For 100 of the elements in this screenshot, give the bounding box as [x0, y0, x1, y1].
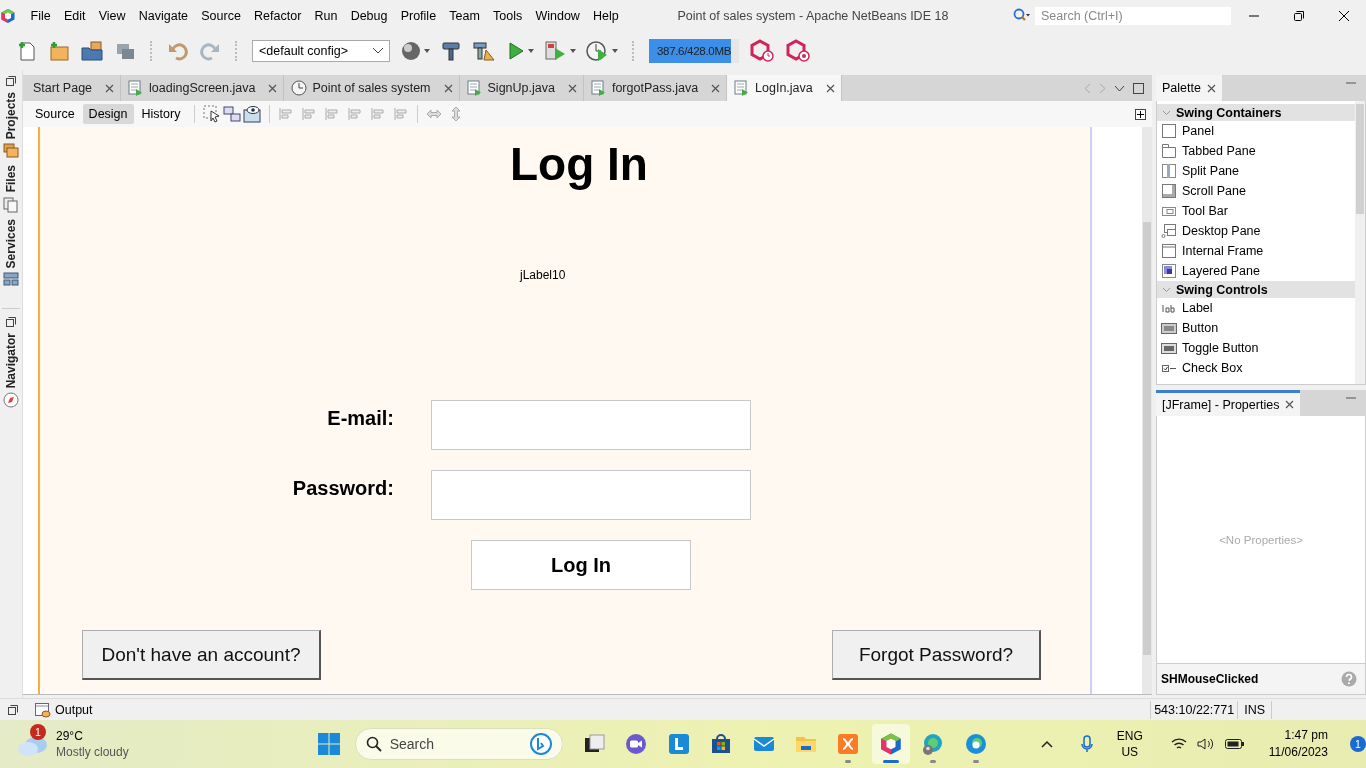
memory-meter[interactable]: 387.6/428.0MB [649, 39, 739, 63]
wifi-icon[interactable] [1170, 737, 1187, 751]
menu-item[interactable]: Navigate [132, 6, 195, 26]
globe-icon[interactable] [400, 40, 422, 62]
notification-badge: 1 [30, 724, 46, 740]
bing-icon [530, 733, 552, 755]
search-field[interactable]: Search (Ctrl+I) [1035, 7, 1231, 25]
palette-item[interactable]: Toggle Button [1157, 338, 1355, 358]
palette-section[interactable]: Swing Containers [1157, 104, 1355, 121]
xampp-icon [836, 732, 861, 756]
volume-icon[interactable] [1196, 737, 1215, 751]
launcher-icon [666, 732, 691, 756]
menu-item[interactable]: Team [442, 6, 487, 26]
start-icon[interactable] [316, 732, 341, 756]
side-tab[interactable]: Services [3, 218, 19, 289]
input-field[interactable] [431, 470, 751, 520]
chevron-down-icon[interactable] [1114, 84, 1125, 92]
restore-icon[interactable] [6, 317, 16, 328]
expand-icon[interactable] [1135, 108, 1146, 120]
taskbar-search[interactable]: Search [354, 728, 563, 760]
palette-item[interactable]: Button [1157, 318, 1355, 338]
menu-item[interactable]: Edit [57, 6, 93, 26]
restore-icon[interactable] [6, 76, 16, 86]
microphone-icon[interactable] [1080, 735, 1093, 753]
view-tab[interactable]: History [135, 104, 187, 124]
forgot-password-button[interactable]: Forgot Password? [832, 630, 1041, 680]
scrollbar-thumb[interactable] [1143, 222, 1151, 655]
input-language[interactable]: ENG US [1116, 728, 1143, 760]
menu-item[interactable]: Profile [394, 6, 443, 26]
selection-mode-icon[interactable] [203, 105, 222, 123]
hammer-icon[interactable] [440, 40, 462, 62]
weather-description: Mostly cloudy [56, 744, 129, 760]
menu-item[interactable]: View [92, 6, 133, 26]
close-icon[interactable] [825, 83, 835, 93]
palette-item[interactable]: Tabbed Pane [1157, 141, 1355, 161]
close-icon[interactable] [443, 83, 453, 93]
folder-icon[interactable] [80, 40, 104, 62]
menu-item[interactable]: Help [586, 6, 626, 26]
view-tab[interactable]: Source [29, 104, 81, 124]
chevron-up-icon[interactable] [1040, 740, 1053, 748]
menu-item[interactable]: Window [528, 6, 587, 26]
palette-tab[interactable]: Palette [1156, 75, 1222, 101]
empty-message: <No Properties> [1219, 533, 1303, 546]
palette-item[interactable]: Scroll Pane [1157, 181, 1355, 201]
close-icon[interactable] [1206, 83, 1216, 93]
side-tab[interactable]: Navigator [3, 333, 19, 409]
menu-item[interactable]: Run [307, 6, 345, 26]
scrollbar-thumb[interactable] [1356, 104, 1364, 214]
palette-item[interactable]: Split Pane [1157, 161, 1355, 181]
output-icon [35, 701, 51, 718]
close-icon[interactable] [105, 83, 115, 93]
palette-item[interactable]: Tool Bar [1157, 201, 1355, 221]
close-icon[interactable] [711, 83, 721, 93]
view-tab[interactable]: Design [82, 104, 134, 124]
palette-item[interactable]: Internal Frame [1157, 241, 1355, 261]
snapshot-icon[interactable] [785, 39, 811, 63]
close-icon[interactable] [1285, 400, 1295, 409]
palette-item[interactable]: Check Box [1157, 358, 1355, 378]
palette-item[interactable]: Desktop Pane [1157, 221, 1355, 241]
properties-tab[interactable]: [JFrame] - Properties [1156, 390, 1301, 416]
edge-icon [963, 732, 988, 756]
preview-icon[interactable] [243, 105, 262, 123]
close-icon[interactable] [268, 83, 278, 93]
restore-icon[interactable] [8, 704, 18, 715]
restore-icon [1293, 11, 1304, 21]
maximize-icon[interactable] [1133, 82, 1144, 94]
connection-mode-icon[interactable] [223, 105, 242, 123]
split-icon [1161, 163, 1177, 179]
menu-item[interactable]: Source [194, 6, 248, 26]
field-label: Password: [291, 477, 394, 500]
close-icon[interactable] [567, 83, 577, 93]
new-project-icon[interactable] [48, 40, 70, 62]
clock[interactable]: 1:47 pm 11/06/2023 [1268, 727, 1328, 761]
battery-icon[interactable] [1224, 738, 1245, 750]
layered-icon [1161, 263, 1177, 279]
hammer-broom-icon[interactable] [472, 40, 496, 62]
menu-item[interactable]: Tools [486, 6, 529, 26]
menu-item[interactable]: File [24, 6, 58, 26]
navigator-icon [3, 392, 19, 409]
palette-item[interactable]: Label [1157, 298, 1355, 318]
caret-icon [570, 49, 576, 53]
input-field[interactable] [431, 400, 751, 450]
run-icon[interactable] [506, 40, 526, 62]
new-file-icon[interactable] [16, 40, 38, 62]
output-tab[interactable]: Output [35, 701, 93, 718]
palette-section[interactable]: Swing Controls [1157, 281, 1355, 298]
config-dropdown[interactable]: <default config> [252, 40, 390, 62]
side-tab[interactable]: Projects [3, 92, 19, 160]
palette-item[interactable]: Panel [1157, 121, 1355, 141]
signup-button[interactable]: Don't have an account? [82, 630, 321, 680]
menu-item[interactable]: Refactor [247, 6, 308, 26]
login-button[interactable]: Log In [471, 540, 691, 590]
gc-icon[interactable] [749, 39, 775, 63]
editor-tab[interactable]: LogIn.java [727, 75, 842, 101]
menu-item[interactable]: Debug [344, 6, 395, 26]
palette-item[interactable]: Layered Pane [1157, 261, 1355, 281]
close-icon [1338, 11, 1349, 21]
notification-badge[interactable]: 1 [1349, 736, 1366, 752]
video-chat-icon [624, 732, 649, 756]
side-tab[interactable]: Files [3, 165, 19, 213]
